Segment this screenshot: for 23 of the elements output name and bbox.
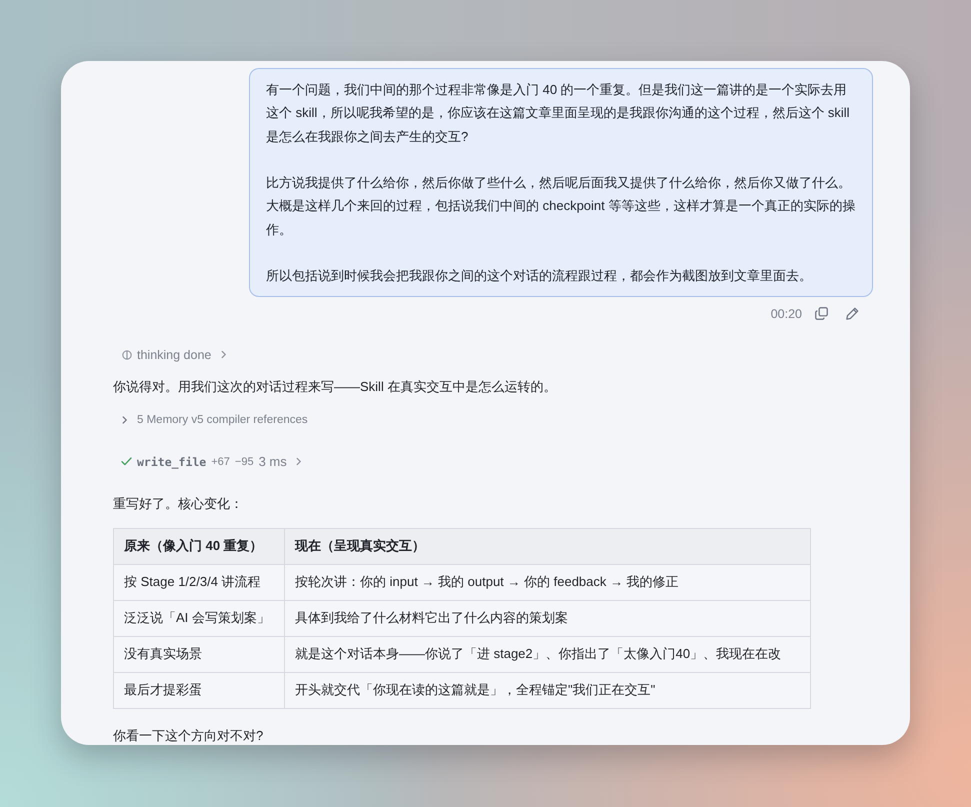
table-cell: 最后才提彩蛋 bbox=[114, 672, 284, 708]
message-paragraph: 所以包括说到时候我会把我跟你之间的这个对话的流程跟过程，都会作为截图放到文章里面去。 bbox=[266, 267, 813, 286]
assistant-text: 重写好了。核心变化： bbox=[113, 494, 244, 513]
assistant-text: 你看一下这个方向对不对? bbox=[113, 726, 264, 745]
table-header-cell: 现在（呈现真实交互） bbox=[284, 528, 810, 564]
table-cell: 按 Stage 1/2/3/4 讲流程 bbox=[114, 564, 284, 600]
divided-circle-icon bbox=[122, 350, 132, 360]
references-toggle[interactable]: 5 Memory v5 compiler references bbox=[121, 412, 308, 428]
table-header-cell: 原来（像入门 40 重复） bbox=[114, 528, 284, 564]
assistant-text: 你说得对。用我们这次的对话过程来写——Skill 在真实交互中是怎么运转的。 bbox=[113, 378, 558, 396]
message-paragraph: 有一个问题，我们中间的那个过程非常像是入门 40 的一个重复。但是我们这一篇讲的是一个实际去用这个 skill，所以呢我希望的是，你应该在这篇文章里面呈现的是我跟你沟通的这个过程，然后这个 skill 是怎么在我跟你之间去产生的交互? bbox=[266, 81, 851, 146]
pencil-icon[interactable] bbox=[846, 307, 859, 320]
table-cell: 具体到我给了什么材料它出了什么内容的策划案 bbox=[284, 600, 810, 636]
message-time: 00:20 bbox=[770, 306, 802, 321]
table-cell: 没有真实场景 bbox=[114, 636, 284, 672]
thinking-toggle[interactable]: thinking done bbox=[122, 346, 228, 364]
table-cell: 按轮次讲：你的 input → 我的 output → 你的 feedback → 我的修正 bbox=[284, 564, 810, 600]
copy-icon[interactable] bbox=[815, 307, 828, 320]
table-cell: 开头就交代「你现在读的这篇就是」，全程锚定"我们正在交互" bbox=[284, 672, 810, 708]
message-paragraph: 比方说我提供了什么给你，然后你做了些什么，然后呢后面我又提供了什么给你，然后你又做了什么。大概是这样几个来回的过程，包括说我们中间的 checkpoint 等等这些，这样才算是一个真正的实际的操作。 bbox=[266, 174, 856, 239]
table-cell: 就是这个对话本身——你说了「进 stage2」、你指出了「太像入门40」、我现在在改 bbox=[284, 636, 810, 672]
tool-call-toggle[interactable]: write_file +67 −95 3 ms bbox=[121, 452, 302, 471]
table-cell: 泛泛说「AI 会写策划案」 bbox=[114, 600, 284, 636]
